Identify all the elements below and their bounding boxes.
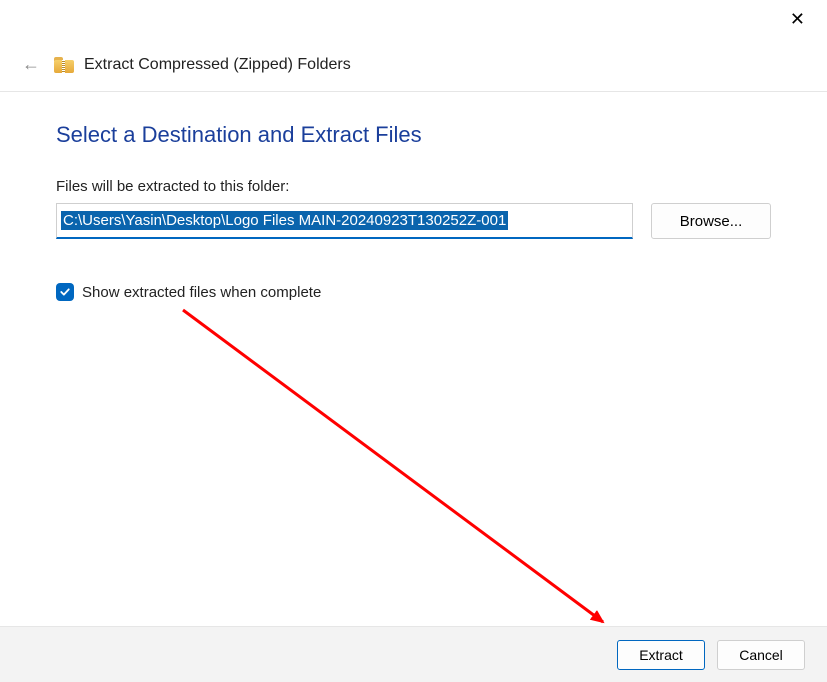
close-icon[interactable]: ✕ [782, 6, 813, 32]
dialog-footer: Extract Cancel [0, 626, 827, 682]
destination-row: C:\Users\Yasin\Desktop\Logo Files MAIN-2… [56, 203, 771, 239]
browse-button[interactable]: Browse... [651, 203, 771, 239]
destination-label: Files will be extracted to this folder: [56, 178, 771, 195]
cancel-button[interactable]: Cancel [717, 640, 805, 670]
window-title: Extract Compressed (Zipped) Folders [84, 56, 351, 74]
content-area: Select a Destination and Extract Files F… [0, 92, 827, 301]
show-files-checkbox[interactable] [56, 283, 74, 301]
show-files-checkbox-label: Show extracted files when complete [82, 284, 321, 301]
show-files-checkbox-row: Show extracted files when complete [56, 283, 771, 301]
page-title: Select a Destination and Extract Files [56, 122, 771, 148]
checkmark-icon [59, 286, 71, 298]
destination-path-input[interactable]: C:\Users\Yasin\Desktop\Logo Files MAIN-2… [56, 203, 633, 239]
wizard-header: ← Extract Compressed (Zipped) Folders [0, 42, 827, 91]
destination-path-value: C:\Users\Yasin\Desktop\Logo Files MAIN-2… [61, 211, 508, 230]
zipped-folder-icon [54, 57, 74, 73]
titlebar: ✕ [0, 0, 827, 42]
back-arrow-icon[interactable]: ← [18, 52, 44, 77]
extract-button[interactable]: Extract [617, 640, 705, 670]
